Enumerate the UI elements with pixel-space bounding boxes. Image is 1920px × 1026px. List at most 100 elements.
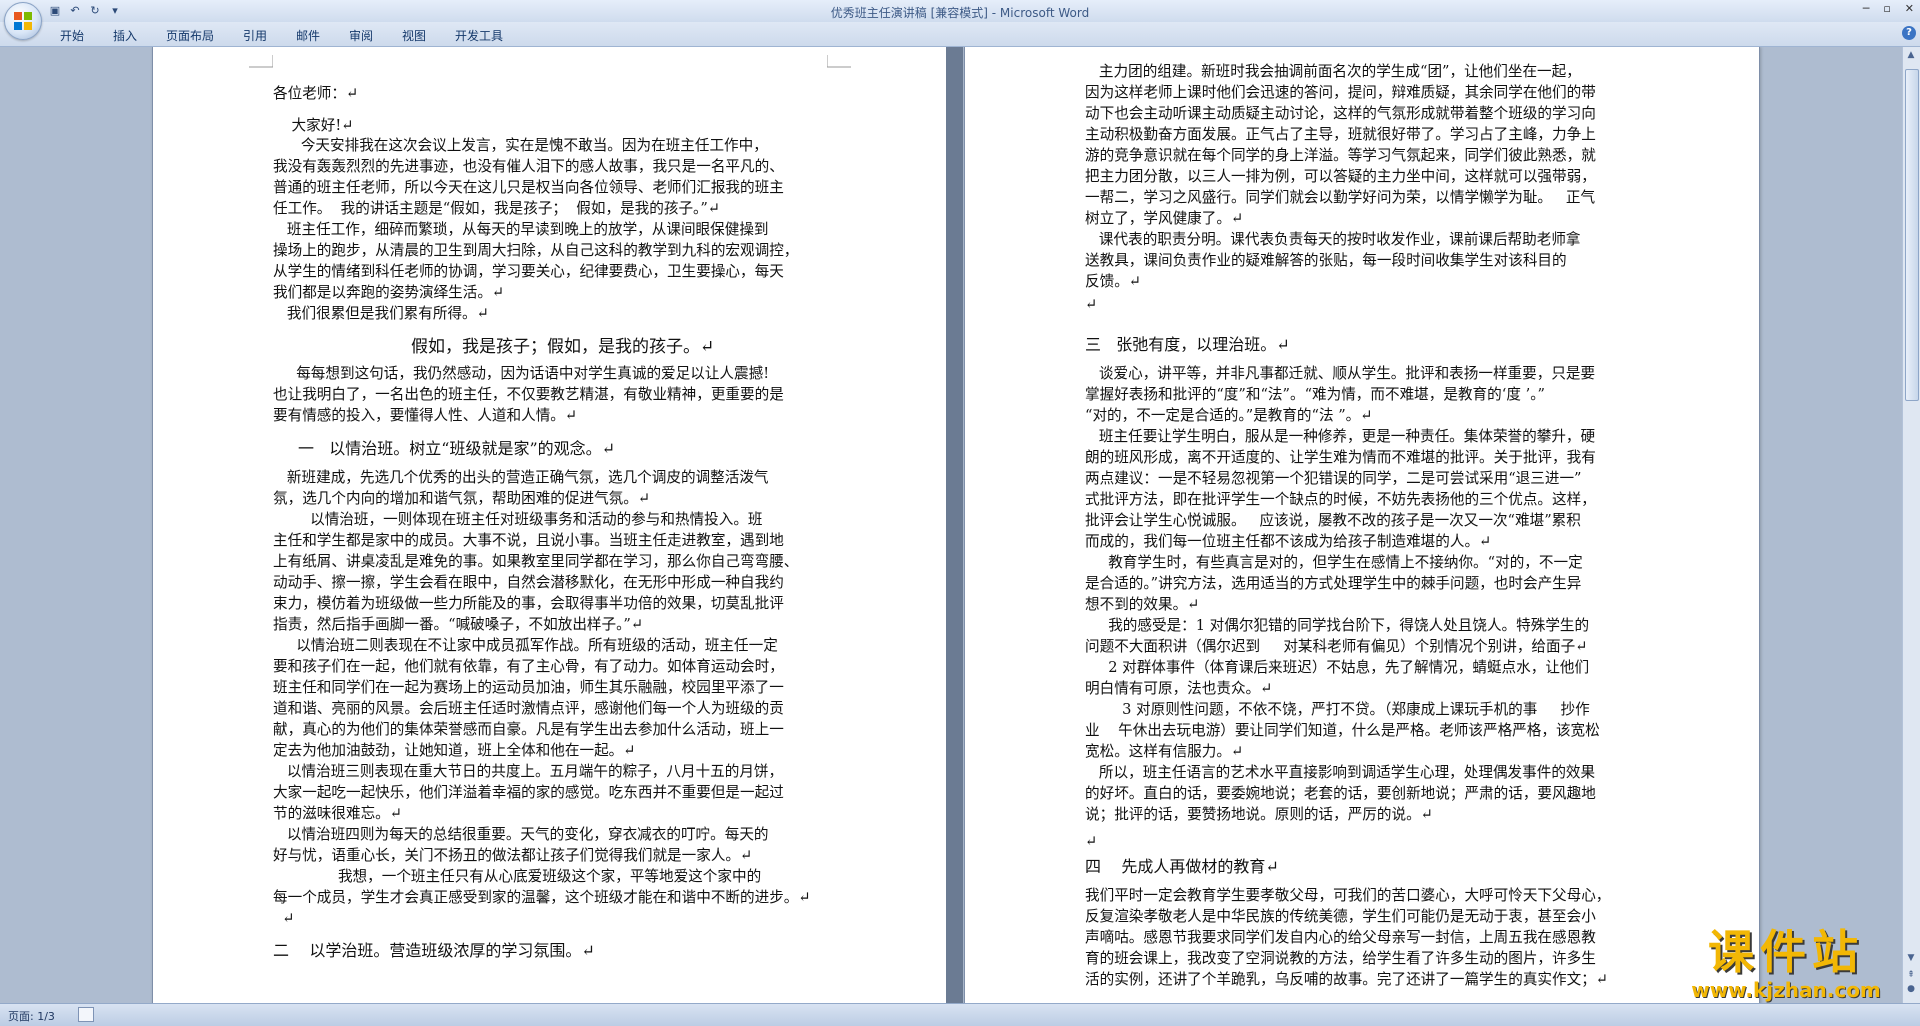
paragraph-line: 好与忧，语重心长，关门不扬丑的做法都让孩子们觉得我们就是一家人。↵	[273, 847, 753, 864]
watermark-logo: 课件站 www.kjzhan.com	[1668, 926, 1904, 1002]
paragraph-line: 谈爱心，讲平等，并非凡事都迁就、顺从学生。批评和表扬一样重要，只是要	[1085, 365, 1596, 382]
paragraph-line: 定去为他加油鼓劲，让她知道，班上全体和他在一起。↵	[273, 742, 636, 759]
paragraph-line: 要和孩子们在一起，他们就有依靠，有了主心骨，有了动力。如体育运动会时，	[273, 658, 784, 675]
vertical-scrollbar[interactable]: ▲ ▼ ⇞ ●	[1902, 47, 1920, 1003]
paragraph-line: 动下也会主动听课主动质疑主动讨论，这样的气氛形成就带着整个班级的学习向	[1085, 105, 1596, 122]
window-controls: ─ ▫ ✕	[1863, 2, 1914, 15]
tab-developer[interactable]: 开发工具	[455, 27, 503, 44]
scroll-down-icon[interactable]: ▼	[1905, 952, 1917, 964]
paragraph-line: 一帮二，学习之风盛行。同学们就会以勤学好问为荣，以情学懒学为耻。 正气	[1085, 189, 1596, 206]
paragraph-line: 送教具，课间负责作业的疑难解答的张贴，每一段时间收集学生对该科目的	[1085, 252, 1567, 269]
paragraph-line: 活的实例，还讲了个羊跪乳，乌反哺的故事。完了还讲了一篇学生的真实作文；↵	[1085, 971, 1609, 988]
maximize-icon[interactable]: ▫	[1883, 2, 1890, 15]
tab-insert[interactable]: 插入	[113, 27, 137, 44]
paragraph-line: 从学生的情绪到科任老师的协调，学习要关心，纪律要费心，卫生要操心，每天	[273, 263, 784, 280]
dropdown-icon[interactable]: ▾	[108, 4, 122, 18]
paragraph-line: 节的滋味很难忘。↵	[273, 805, 402, 822]
paragraph-line: 课代表的职责分明。课代表负责每天的按时收发作业，课前课后帮助老师拿	[1085, 231, 1581, 248]
undo-icon[interactable]: ↶	[68, 4, 82, 18]
paragraph-line: 朗的班风形成，离不开适度的、让学生难为情而不难堪的批评。关于批评，我有	[1085, 449, 1596, 466]
margin-corner-icon	[827, 55, 851, 68]
paragraph-line: 任工作。 我的讲话主题是“假如，我是孩子； 假如，是我的孩子。”↵	[273, 200, 721, 217]
section-heading: 三 张弛有度，以理治班。↵	[1085, 335, 1290, 354]
page-count[interactable]: 页面: 1/3	[8, 1008, 55, 1024]
scroll-up-icon[interactable]: ▲	[1905, 49, 1917, 61]
paragraph-line: 束力，模仿着为班级做一些力所能及的事，会取得事半功倍的效果，切莫乱批评	[273, 595, 784, 612]
app-name: Microsoft Word	[999, 6, 1090, 20]
paragraph-line: 想不到的效果。↵	[1085, 596, 1200, 613]
paragraph-line: 所以，班主任语言的艺术水平直接影响到调适学生心理，处理偶发事件的效果	[1085, 764, 1596, 781]
paragraph-line: 式批评方法，即在批评学生一个缺点的时候，不妨先表扬他的三个优点。这样，	[1085, 491, 1596, 508]
paragraph-line: 氛，选几个内向的增加和谐气氛，帮助困难的促进气氛。↵	[273, 490, 651, 507]
browse-object-icon[interactable]: ●	[1905, 983, 1917, 995]
page-right[interactable]: 主力团的组建。新班时我会抽调前面名次的学生成“团”，让他们坐在一起， 因为这样老…	[964, 47, 1760, 1003]
paragraph-line: ↵	[1085, 833, 1098, 850]
paragraph-line: 问题不大面积讲（偶尔迟到 对某科老师有偏见）个别情况个别讲，给面子↵	[1085, 638, 1588, 655]
proofing-icon[interactable]	[78, 1007, 94, 1022]
paragraph-line: 游的竞争意识就在每个同学的身上洋溢。等学习气氛起来，同学们彼此熟悉，就	[1085, 147, 1596, 164]
paragraph-line: 树立了，学风健康了。↵	[1085, 210, 1244, 227]
paragraph-line: ↵	[273, 910, 295, 927]
tab-references[interactable]: 引用	[243, 27, 267, 44]
margin-corner-icon	[249, 55, 273, 68]
paragraph-line: 操场上的跑步，从清晨的卫生到周大扫除，从自己这科的教学到九科的宏观调控，	[273, 242, 799, 259]
paragraph-line: 班主任和同学们在一起为赛场上的运动员加油，师生其乐融融，校园里平添了一	[273, 679, 784, 696]
previous-page-icon[interactable]: ⇞	[1905, 969, 1917, 981]
paragraph-line: 献，真心的为他们的集体荣誉感而自豪。凡是有学生出去参加什么活动，班上一	[273, 721, 784, 738]
paragraph-line: 是合适的。”讲究方法，选用适当的方式处理学生中的棘手问题，也时会产生异	[1085, 575, 1582, 592]
paragraph-line: 动动手、擦一擦，学生会看在眼中，自然会潜移默化，在无形中形成一种自我约	[273, 574, 784, 591]
paragraph-line: 班主任工作，细碎而繁琐，从每天的早读到晚上的放学，从课间眼保健操到	[273, 221, 769, 238]
tab-home[interactable]: 开始	[60, 27, 84, 44]
help-icon[interactable]: ?	[1902, 26, 1916, 40]
paragraph-line: 普通的班主任老师，所以今天在这儿只是权当向各位领导、老师们汇报我的班主	[273, 179, 784, 196]
paragraph-line: 主力团的组建。新班时我会抽调前面名次的学生成“团”，让他们坐在一起，	[1085, 63, 1581, 80]
ribbon-tabs: 开始 插入 页面布局 引用 邮件 审阅 视图 开发工具 ?	[0, 22, 1920, 47]
redo-icon[interactable]: ↻	[88, 4, 102, 18]
paragraph-line: 宽松。这样有信服力。↵	[1085, 743, 1244, 760]
paragraph-line: 指责，然后指手画脚一番。“喊破嗓子，不如放出样子。”↵	[273, 616, 644, 633]
paragraph-line: 两点建议：一是不轻易忽视第一个犯错误的同学，二是可尝试采用“退三进一”	[1085, 470, 1582, 487]
paragraph-line: 班主任要让学生明白，服从是一种修养，更是一种责任。集体荣誉的攀升，硬	[1085, 428, 1596, 445]
tab-page-layout[interactable]: 页面布局	[166, 27, 214, 44]
paragraph-line: 我们平时一定会教育学生要孝敬父母，可我们的苦口婆心，大呼可怜天下父母心，	[1085, 887, 1611, 904]
paragraph-line: 说；批评的话，要赞扬地说。原则的话，严厉的说。↵	[1085, 806, 1433, 823]
tab-mailings[interactable]: 邮件	[296, 27, 320, 44]
paragraph-line: 道和谐、亮丽的风景。会后班主任适时激情点评，感谢他们每一个人为班级的贡	[273, 700, 784, 717]
paragraph-line: 今天安排我在这次会议上发言，实在是愧不敢当。因为在班主任工作中，	[273, 137, 768, 154]
page-left[interactable]: 各位老师：↵ 大家好!↵ 今天安排我在这次会议上发言，实在是愧不敢当。因为在班主…	[152, 47, 947, 1003]
paragraph-line: 掌握好表扬和批评的“度”和“法”。“难为情，而不难堪，是教育的‘度 ’。”	[1085, 386, 1546, 403]
paragraph-line: 以情治班二则表现在不让家中成员孤军作战。所有班级的活动，班主任一定	[273, 637, 778, 654]
office-button[interactable]	[4, 2, 42, 40]
minimize-icon[interactable]: ─	[1863, 2, 1870, 15]
paragraph-line: 以情治班，一则体现在班主任对班级事务和活动的参与和热情投入。班	[273, 511, 763, 528]
paragraph-line: 主任和学生都是家中的成员。大事不说，且说小事。当班主任走进教室，遇到地	[273, 532, 784, 549]
window-title: 优秀班主任演讲稿 [兼容模式] - Microsoft Word	[0, 4, 1920, 21]
paragraph-line: 我想，一个班主任只有从心底爱班级这个家，平等地爱这个家中的	[273, 868, 762, 885]
section-heading: 四 先成人再做材的教育↵	[1085, 857, 1279, 876]
scroll-thumb[interactable]	[1905, 69, 1919, 401]
close-icon[interactable]: ✕	[1905, 2, 1914, 15]
tab-review[interactable]: 审阅	[349, 27, 373, 44]
paragraph-line: 每一个成员，学生才会真正感受到家的温馨，这个班级才能在和谐中不断的进步。↵	[273, 889, 811, 906]
paragraph-line: 大家一起吃一起快乐，他们洋溢着幸福的家的感觉。吃东西并不重要但是一起过	[273, 784, 784, 801]
tab-view[interactable]: 视图	[402, 27, 426, 44]
paragraph-line: 3 对原则性问题，不依不饶，严打不贷。（郑康成上课玩手机的事 抄作	[1085, 701, 1590, 718]
paragraph-line: ↵	[1085, 296, 1098, 313]
watermark-title: 课件站	[1708, 925, 1864, 979]
document-area: 各位老师：↵ 大家好!↵ 今天安排我在这次会议上发言，实在是愧不敢当。因为在班主…	[0, 47, 1920, 1003]
section-heading: 一 以情治班。树立“班级就是家”的观念。↵	[298, 439, 616, 458]
section-heading: 二 以学治班。营造班级浓厚的学习氛围。↵	[273, 941, 595, 960]
status-bar: 页面: 1/3	[0, 1003, 1920, 1026]
paragraph-line: 要有情感的投入，要懂得人性、人道和人情。↵	[273, 407, 578, 424]
title-bar: 优秀班主任演讲稿 [兼容模式] - Microsoft Word ▣ ↶ ↻ ▾…	[0, 0, 1920, 23]
paragraph-line: 批评会让学生心悦诚服。 应该说，屡教不改的孩子是一次又一次“难堪”累积	[1085, 512, 1581, 529]
paragraph-line: 的好坏。直白的话，要委婉地说；老套的话，要创新地说；严肃的话，要风趣地	[1085, 785, 1596, 802]
paragraph-line: 而成的，我们每一位班主任都不该成为给孩子制造难堪的人。↵	[1085, 533, 1492, 550]
save-icon[interactable]: ▣	[48, 4, 62, 18]
watermark-url: www.kjzhan.com	[1691, 978, 1881, 1002]
paragraph-line: 明白情有可原，法也责众。↵	[1085, 680, 1273, 697]
paragraph-line: 我的感受是：1 对偶尔犯错的同学找台阶下，得饶人处且饶人。特殊学生的	[1085, 617, 1590, 634]
quick-access-toolbar: ▣ ↶ ↻ ▾	[48, 3, 122, 19]
paragraph-line: 大家好!↵	[273, 117, 354, 134]
paragraph-line: 2 对群体事件（体育课后来班迟）不姑息，先了解情况，蜻蜓点水，让他们	[1085, 659, 1590, 676]
